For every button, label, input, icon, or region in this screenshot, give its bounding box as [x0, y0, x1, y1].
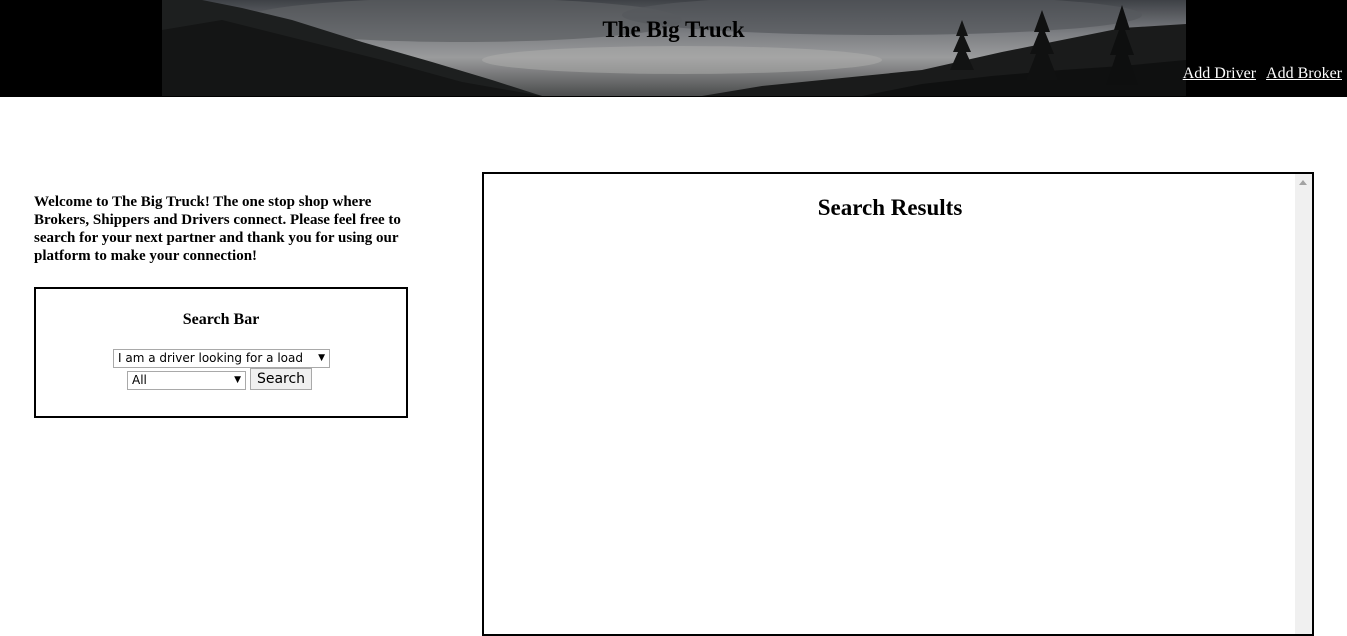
banner-image: [162, 0, 1186, 96]
chevron-down-icon: ▼: [318, 353, 325, 363]
header: The Big Truck Add Driver Add Broker: [0, 0, 1347, 97]
search-bar-panel: Search Bar I am a driver looking for a l…: [34, 287, 408, 418]
add-broker-link[interactable]: Add Broker: [1266, 65, 1342, 82]
search-bar-title: Search Bar: [182, 311, 260, 328]
search-button[interactable]: Search: [250, 368, 312, 390]
filter-select-value: All: [132, 373, 147, 387]
header-nav: Add Driver Add Broker: [1177, 65, 1342, 83]
filter-select[interactable]: All ▼: [127, 371, 246, 390]
site-title: The Big Truck: [602, 17, 745, 42]
search-results-panel: Search Results: [482, 172, 1314, 636]
results-scrollbar[interactable]: [1295, 174, 1312, 634]
chevron-down-icon: ▼: [234, 375, 241, 385]
search-results-title: Search Results: [817, 195, 963, 220]
role-select[interactable]: I am a driver looking for a load ▼: [113, 349, 330, 368]
role-select-value: I am a driver looking for a load: [118, 351, 303, 365]
scroll-up-arrow-icon[interactable]: [1299, 180, 1307, 185]
welcome-message: Welcome to The Big Truck! The one stop s…: [34, 194, 401, 264]
add-driver-link[interactable]: Add Driver: [1183, 65, 1256, 82]
